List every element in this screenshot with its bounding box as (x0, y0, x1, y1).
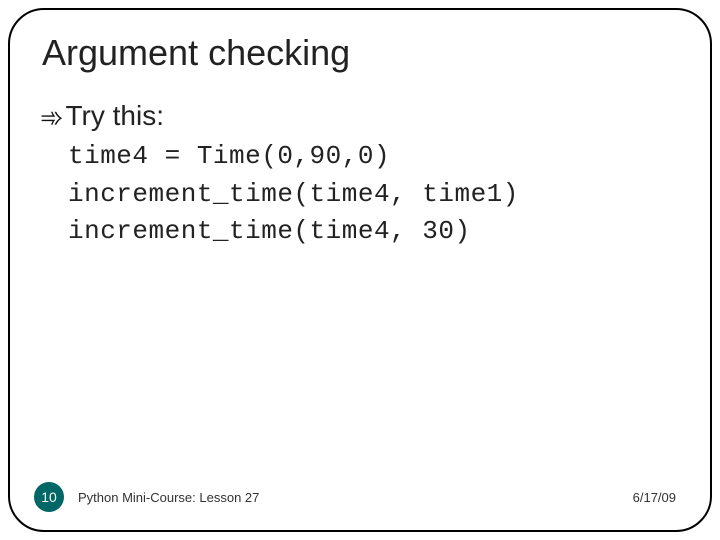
footer-course: Python Mini-Course: Lesson 27 (78, 490, 633, 505)
footer-date: 6/17/09 (633, 490, 676, 505)
slide-title: Argument checking (42, 32, 680, 74)
bullet-item: ➾ Try this: (40, 100, 680, 132)
slide-frame: Argument checking ➾ Try this: time4 = Ti… (8, 8, 712, 532)
code-block: time4 = Time(0,90,0) increment_time(time… (68, 138, 680, 251)
slide-footer: 10 Python Mini-Course: Lesson 27 6/17/09 (10, 482, 710, 512)
page-number-badge: 10 (34, 482, 64, 512)
bullet-label: Try this: (65, 100, 164, 132)
spiral-bullet-icon: ➾ (40, 104, 63, 132)
